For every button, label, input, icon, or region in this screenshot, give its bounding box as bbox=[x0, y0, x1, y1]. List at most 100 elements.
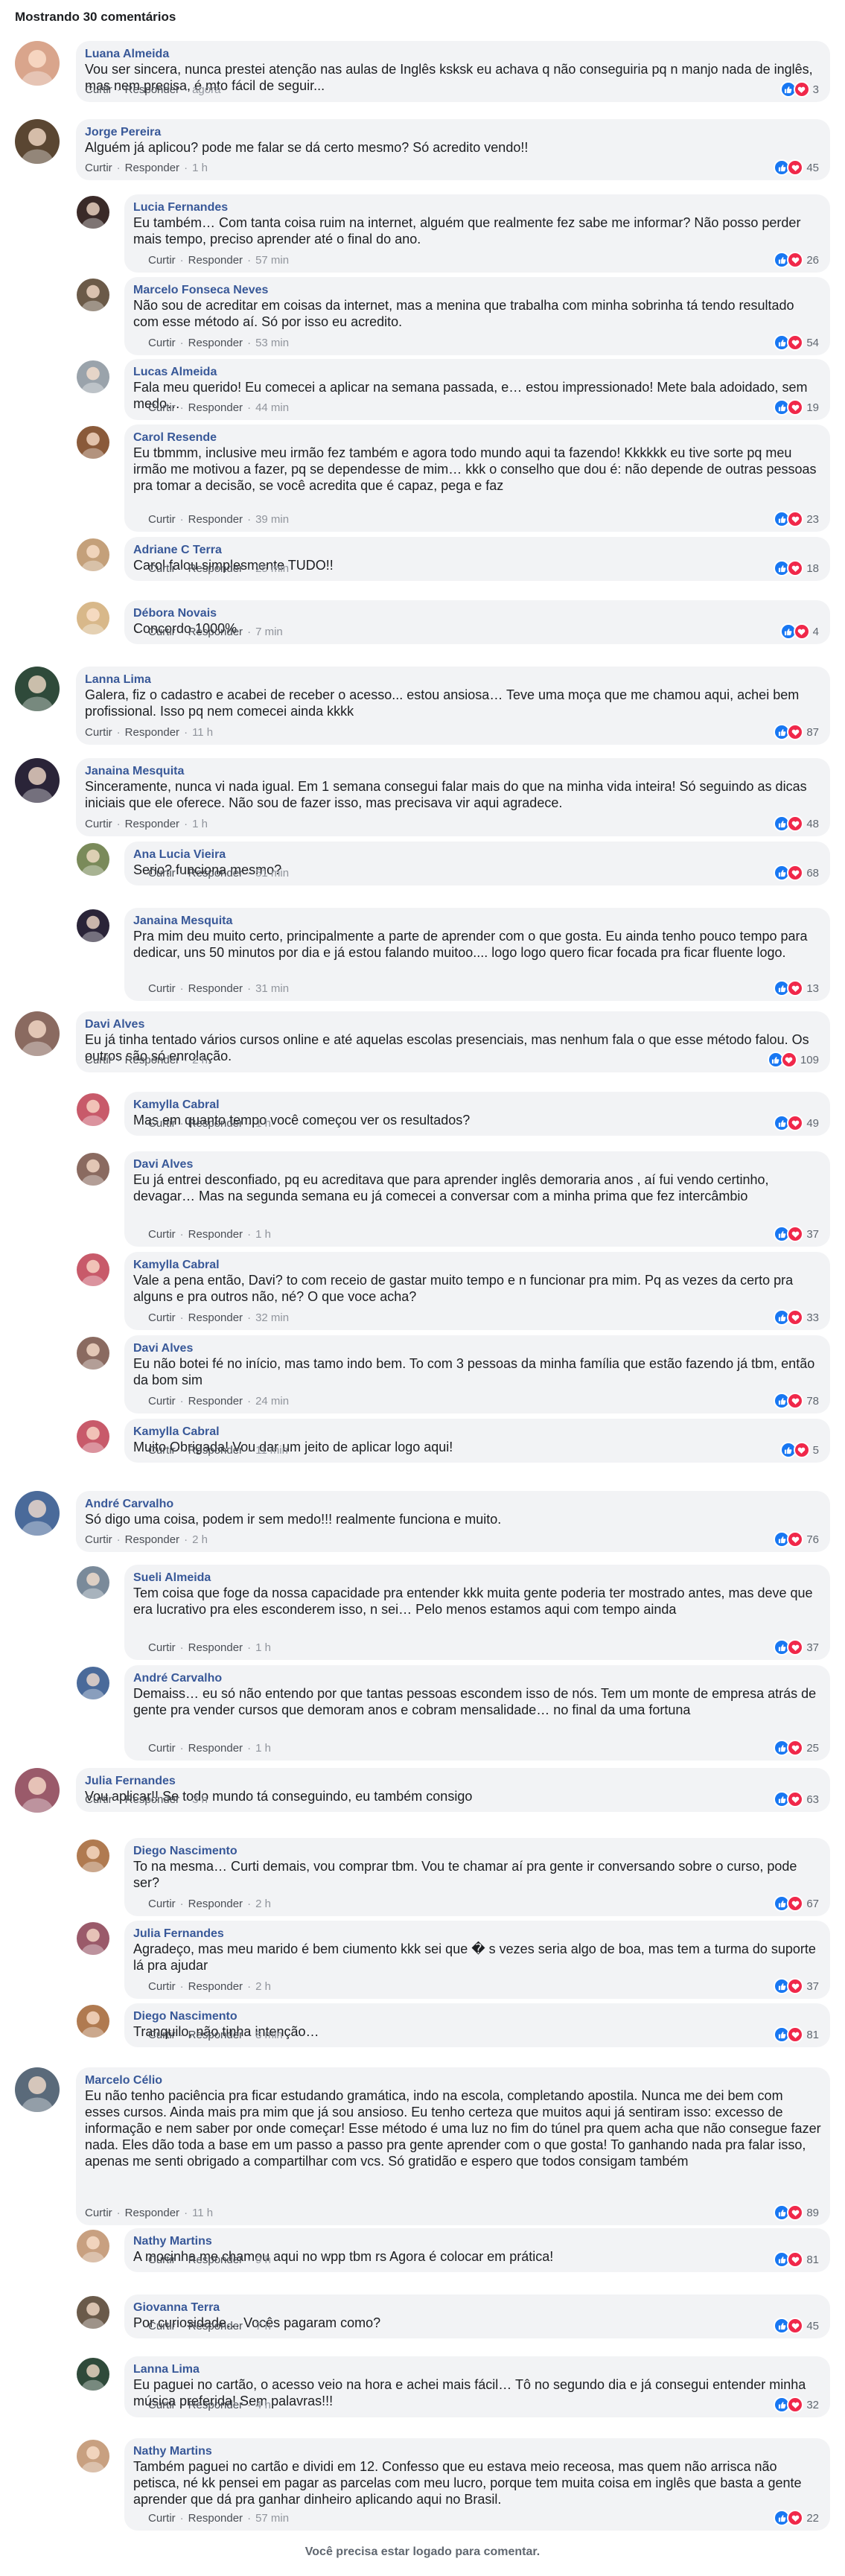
author-name[interactable]: André Carvalho bbox=[133, 1671, 821, 1685]
reply-link[interactable]: Responder bbox=[188, 2399, 243, 2411]
author-name[interactable]: Marcelo Fonseca Neves bbox=[133, 283, 821, 297]
reaction-summary[interactable]: 5 bbox=[779, 1442, 819, 1458]
like-link[interactable]: Curtir bbox=[148, 562, 176, 575]
avatar[interactable] bbox=[77, 909, 109, 942]
author-name[interactable]: Kamylla Cabral bbox=[133, 1098, 821, 1112]
reply-link[interactable]: Responder bbox=[125, 1054, 179, 1066]
like-link[interactable]: Curtir bbox=[148, 1742, 176, 1755]
reaction-summary[interactable]: 81 bbox=[774, 2251, 819, 2268]
author-name[interactable]: Lanna Lima bbox=[85, 672, 821, 687]
reaction-summary[interactable]: 48 bbox=[774, 815, 819, 832]
avatar[interactable] bbox=[77, 1337, 109, 1370]
like-link[interactable]: Curtir bbox=[85, 726, 112, 739]
avatar[interactable] bbox=[77, 1667, 109, 1699]
avatar[interactable] bbox=[77, 1566, 109, 1599]
like-link[interactable]: Curtir bbox=[85, 1054, 112, 1066]
reaction-summary[interactable]: 26 bbox=[774, 252, 819, 268]
reply-link[interactable]: Responder bbox=[125, 726, 179, 739]
reply-link[interactable]: Responder bbox=[188, 2254, 243, 2266]
like-link[interactable]: Curtir bbox=[148, 1228, 176, 1241]
reaction-summary[interactable]: 23 bbox=[774, 511, 819, 527]
reaction-summary[interactable]: 4 bbox=[779, 623, 819, 640]
author-name[interactable]: Davi Alves bbox=[133, 1341, 821, 1355]
like-link[interactable]: Curtir bbox=[148, 337, 176, 349]
reaction-summary[interactable]: 54 bbox=[774, 334, 819, 351]
author-name[interactable]: Débora Novais bbox=[133, 606, 821, 620]
like-link[interactable]: Curtir bbox=[148, 867, 176, 880]
author-name[interactable]: André Carvalho bbox=[85, 1497, 821, 1511]
like-link[interactable]: Curtir bbox=[85, 162, 112, 174]
avatar[interactable] bbox=[77, 360, 109, 393]
reply-link[interactable]: Responder bbox=[188, 1980, 243, 1993]
like-link[interactable]: Curtir bbox=[148, 1395, 176, 1408]
avatar[interactable] bbox=[77, 843, 109, 876]
reaction-summary[interactable]: 37 bbox=[774, 1978, 819, 1994]
reaction-summary[interactable]: 109 bbox=[767, 1052, 819, 1068]
author-name[interactable]: Kamylla Cabral bbox=[133, 1425, 821, 1439]
reply-link[interactable]: Responder bbox=[188, 626, 243, 638]
like-link[interactable]: Curtir bbox=[148, 2029, 176, 2041]
reply-link[interactable]: Responder bbox=[188, 2320, 243, 2332]
author-name[interactable]: Lucia Fernandes bbox=[133, 200, 821, 214]
reply-link[interactable]: Responder bbox=[188, 1641, 243, 1654]
avatar[interactable] bbox=[15, 41, 60, 86]
author-name[interactable]: Diego Nascimento bbox=[133, 2009, 821, 2023]
avatar[interactable] bbox=[77, 1420, 109, 1453]
author-name[interactable]: Marcelo Célio bbox=[85, 2073, 821, 2087]
reaction-summary[interactable]: 25 bbox=[774, 1740, 819, 1756]
like-link[interactable]: Curtir bbox=[148, 2254, 176, 2266]
like-link[interactable]: Curtir bbox=[148, 1444, 176, 1457]
avatar[interactable] bbox=[15, 1011, 60, 1056]
reply-link[interactable]: Responder bbox=[125, 83, 179, 96]
reply-link[interactable]: Responder bbox=[188, 867, 243, 880]
reaction-summary[interactable]: 81 bbox=[774, 2026, 819, 2043]
like-link[interactable]: Curtir bbox=[148, 401, 176, 414]
like-link[interactable]: Curtir bbox=[148, 1641, 176, 1654]
avatar[interactable] bbox=[77, 602, 109, 635]
reaction-summary[interactable]: 3 bbox=[779, 81, 819, 98]
author-name[interactable]: Lucas Almeida bbox=[133, 365, 821, 379]
reply-link[interactable]: Responder bbox=[188, 401, 243, 414]
reaction-summary[interactable]: 18 bbox=[774, 560, 819, 576]
author-name[interactable]: Julia Fernandes bbox=[85, 1774, 821, 1788]
reaction-summary[interactable]: 37 bbox=[774, 1226, 819, 1242]
avatar[interactable] bbox=[77, 538, 109, 571]
author-name[interactable]: Adriane C Terra bbox=[133, 543, 821, 557]
author-name[interactable]: Luana Almeida bbox=[85, 47, 821, 61]
like-link[interactable]: Curtir bbox=[85, 2207, 112, 2219]
reaction-summary[interactable]: 37 bbox=[774, 1639, 819, 1656]
author-name[interactable]: Davi Alves bbox=[133, 1157, 821, 1171]
like-link[interactable]: Curtir bbox=[148, 1311, 176, 1324]
author-name[interactable]: Diego Nascimento bbox=[133, 1844, 821, 1858]
author-name[interactable]: Giovanna Terra bbox=[133, 2300, 821, 2315]
reaction-summary[interactable]: 19 bbox=[774, 399, 819, 416]
like-link[interactable]: Curtir bbox=[148, 513, 176, 526]
reply-link[interactable]: Responder bbox=[188, 1117, 243, 1130]
like-link[interactable]: Curtir bbox=[85, 818, 112, 830]
like-link[interactable]: Curtir bbox=[148, 1117, 176, 1130]
author-name[interactable]: Julia Fernandes bbox=[133, 1927, 821, 1941]
reaction-summary[interactable]: 13 bbox=[774, 980, 819, 996]
avatar[interactable] bbox=[77, 426, 109, 459]
reply-link[interactable]: Responder bbox=[188, 1228, 243, 1241]
reply-link[interactable]: Responder bbox=[188, 254, 243, 267]
reply-link[interactable]: Responder bbox=[125, 162, 179, 174]
author-name[interactable]: Davi Alves bbox=[85, 1017, 821, 1031]
avatar[interactable] bbox=[77, 2440, 109, 2472]
reaction-summary[interactable]: 49 bbox=[774, 1115, 819, 1131]
author-name[interactable]: Carol Resende bbox=[133, 430, 821, 445]
avatar[interactable] bbox=[77, 1093, 109, 1126]
like-link[interactable]: Curtir bbox=[148, 1980, 176, 1993]
avatar[interactable] bbox=[77, 2296, 109, 2329]
reply-link[interactable]: Responder bbox=[188, 2029, 243, 2041]
avatar[interactable] bbox=[77, 2230, 109, 2262]
author-name[interactable]: Lanna Lima bbox=[133, 2362, 821, 2376]
avatar[interactable] bbox=[77, 2358, 109, 2391]
reply-link[interactable]: Responder bbox=[188, 513, 243, 526]
reply-link[interactable]: Responder bbox=[188, 562, 243, 575]
author-name[interactable]: Nathy Martins bbox=[133, 2234, 821, 2248]
author-name[interactable]: Janaina Mesquita bbox=[85, 764, 821, 778]
avatar[interactable] bbox=[15, 119, 60, 164]
like-link[interactable]: Curtir bbox=[85, 1793, 112, 1806]
avatar[interactable] bbox=[77, 196, 109, 229]
